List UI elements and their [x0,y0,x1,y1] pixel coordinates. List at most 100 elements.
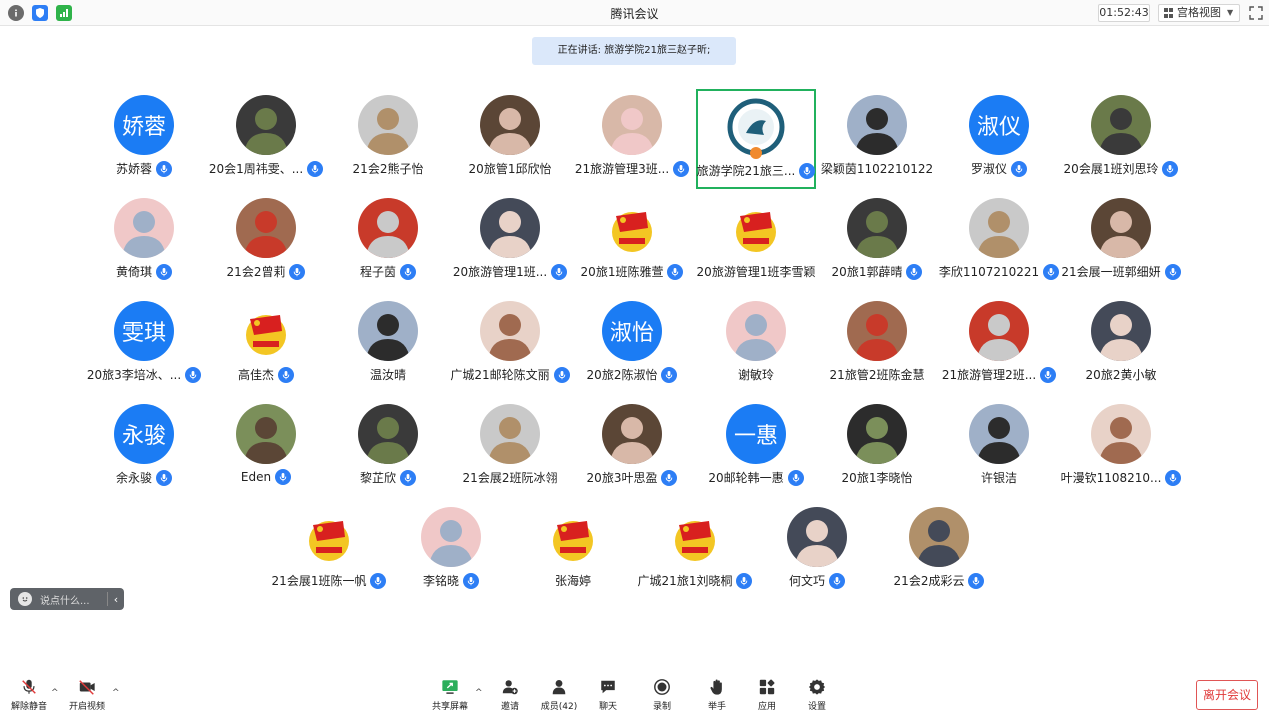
participant-tile[interactable]: 20旅游管理1班李雪颖 [696,192,816,292]
participant-tile[interactable]: 21旅管2班陈金慧 [817,295,937,395]
avatar [847,404,907,464]
participant-name-row: 21会2熊子怡 [328,160,448,177]
video-options-chevron-icon[interactable]: ^ [112,688,120,698]
apps-button[interactable]: 应用 [744,678,790,712]
participant-tile[interactable]: 21会2熊子怡 [328,89,448,189]
participant-tile[interactable]: 高佳杰 [206,295,326,395]
participant-tile[interactable]: 梁颖茵1102210122 [817,89,937,189]
participant-tile[interactable]: 广城21邮轮陈文丽 [450,295,570,395]
avatar [847,301,907,361]
profile-photo [847,301,907,361]
share-screen-icon [442,680,458,694]
unmute-button[interactable]: 解除静音 [6,678,52,712]
participant-name: 20旅1班陈雅萱 [580,265,664,279]
profile-photo [726,301,786,361]
microphone-icon [1164,263,1181,280]
chat-quick-input[interactable]: 说点什么... ‹ [10,588,124,610]
participant-tile[interactable]: 广城21旅1刘晓桐 [635,501,755,601]
microphone-icon [156,160,172,177]
participant-tile[interactable]: 李铭晓 [391,501,511,601]
members-icon [552,679,566,695]
members-button[interactable]: 成员(42) [536,678,582,712]
participant-tile[interactable]: 娇蓉 苏娇蓉 [84,89,204,189]
participant-tile[interactable]: 叶漫钦1108210... [1061,398,1182,498]
microphone-icon [289,263,306,280]
share-options-chevron-icon[interactable]: ^ [475,688,483,698]
participant-name: 李铭晓 [422,574,459,588]
participant-tile[interactable]: 20会展1班刘思玲 [1061,89,1181,189]
participant-tile[interactable]: 20旅游管理1班... [450,192,570,292]
profile-photo [847,198,907,258]
participant-tile[interactable]: 20旅管1邱欣怡 [450,89,570,189]
add-person-icon [502,680,518,695]
participant-tile[interactable]: 21会2成彩云 [879,501,999,601]
audio-options-chevron-icon[interactable]: ^ [51,688,59,698]
chat-button[interactable]: 聊天 [585,678,631,712]
participant-tile[interactable]: 淑仪 罗淑仪 [939,89,1059,189]
raise-hand-button[interactable]: 举手 [694,678,740,712]
avatar [480,198,540,258]
invite-button[interactable]: 邀请 [487,678,533,712]
record-label: 录制 [652,702,671,712]
participant-tile[interactable]: 20旅1班陈雅萱 [572,192,692,292]
participant-tile[interactable]: 一惠 20邮轮韩一惠 [696,398,816,498]
participant-tile[interactable]: 21会展2班阮冰翎 [450,398,570,498]
participant-tile[interactable]: 许银洁 [939,398,1059,498]
participant-tile[interactable]: 程子茵 [328,192,448,292]
participant-name: 20旅3李培冰、... [86,368,182,382]
youth-league-emblem-icon [665,507,725,567]
avatar: 娇蓉 [114,95,174,155]
participant-tile[interactable]: 李欣1107210221 [939,192,1060,292]
share-screen-button[interactable]: 共享屏幕 [427,678,473,712]
participant-tile[interactable]: 谢敏玲 [696,295,816,395]
profile-photo [421,507,481,567]
participant-name: 21旅游管理2班... [941,368,1037,382]
chevron-down-icon: ▼ [1227,8,1234,17]
participant-name-row: 梁颖茵1102210122 [817,160,937,177]
participant-tile[interactable]: 20旅2黄小敏 [1061,295,1181,395]
record-button[interactable]: 录制 [639,678,685,712]
view-mode-dropdown[interactable]: 宫格视图 ▼ [1158,4,1240,22]
participant-tile[interactable]: 温汝晴 [328,295,448,395]
participant-tile[interactable]: 淑怡 20旅2陈淑怡 [572,295,692,395]
participant-tile[interactable]: 20旅1郭薜晴 [817,192,937,292]
participant-tile[interactable]: 黄倚琪 [84,192,204,292]
participant-tile[interactable]: 21会展1班陈一帆 [269,501,389,601]
participant-tile[interactable]: 21会展一班郭细妍 [1061,192,1181,292]
participant-name-row: 温汝晴 [328,366,448,383]
participant-tile[interactable]: 何文巧 [757,501,877,601]
leave-meeting-button[interactable]: 离开会议 [1196,680,1258,710]
avatar [421,507,481,567]
participant-name-row: 余永骏 [84,469,204,486]
participant-name: 黎芷欣 [359,471,396,485]
settings-button[interactable]: 设置 [794,678,840,712]
participant-name: 20旅1李晓怡 [841,471,913,485]
participant-tile[interactable]: 20会1周祎雯、... [206,89,326,189]
participant-name-row: 旅游学院21旅三... [697,162,816,179]
participant-tile[interactable]: 雯琪 20旅3李培冰、... [84,295,204,395]
start-video-button[interactable]: 开启视频 [64,678,110,712]
participant-tile[interactable]: 20旅1李晓怡 [817,398,937,498]
members-label: 成员(42) [540,702,578,712]
participant-tile[interactable]: 20旅3叶思盈 [572,398,692,498]
participant-name: 20旅2陈淑怡 [586,368,658,382]
participant-tile[interactable]: 21旅游管理2班... [939,295,1059,395]
profile-photo [114,198,174,258]
participant-tile[interactable]: 21旅游管理3班... [572,89,692,189]
participant-tile[interactable]: Eden [206,398,326,498]
view-mode-label: 宫格视图 [1177,6,1221,19]
participant-tile-active-speaker[interactable]: 旅游学院21旅三... [696,89,816,189]
participant-tile[interactable]: 张海婷 [513,501,633,601]
participant-tile[interactable]: 黎芷欣 [328,398,448,498]
emoji-icon[interactable] [18,592,32,606]
participant-name-row: 20邮轮韩一惠 [696,469,816,486]
title-bar: 腾讯会议 01:52:43 宫格视图 ▼ [0,0,1269,26]
fullscreen-icon[interactable] [1248,5,1264,21]
participant-name: 21会展一班郭细妍 [1061,265,1161,279]
participant-tile[interactable]: 21会2曾莉 [206,192,326,292]
chat-placeholder[interactable]: 说点什么... [40,592,90,607]
participant-name-row: 高佳杰 [206,366,326,383]
participant-tile[interactable]: 永骏 余永骏 [84,398,204,498]
participant-name-row: 张海婷 [513,572,633,589]
collapse-chevron-icon[interactable]: ‹ [108,593,124,606]
